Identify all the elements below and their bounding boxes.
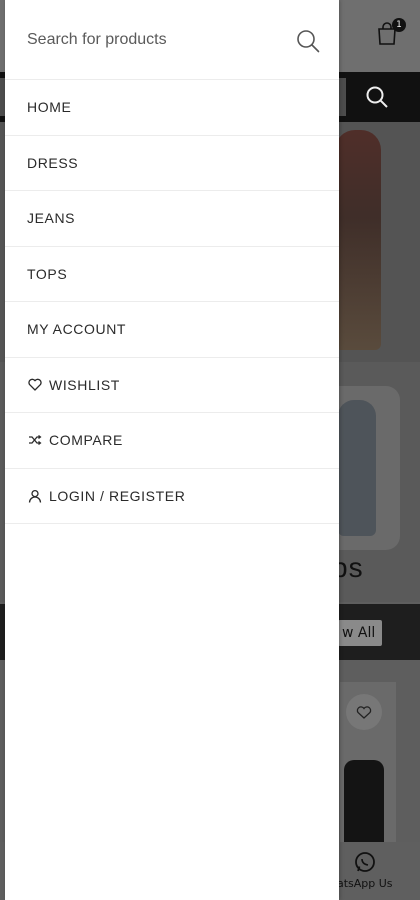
menu-item-label: MY ACCOUNT xyxy=(27,321,127,338)
menu-item-label: LOGIN / REGISTER xyxy=(49,487,186,504)
drawer-menu: HOME DRESS JEANS TOPS MY ACCOUNT WISHLIS… xyxy=(5,80,339,524)
shuffle-icon xyxy=(27,432,43,448)
menu-item-label: JEANS xyxy=(27,210,76,227)
view-all-button[interactable]: w All xyxy=(338,620,382,646)
menu-item-wishlist[interactable]: WISHLIST xyxy=(5,358,339,413)
menu-item-tops[interactable]: TOPS xyxy=(5,247,339,302)
cart-count-badge: 1 xyxy=(392,18,406,32)
whatsapp-label[interactable]: hatsApp Us xyxy=(330,877,393,890)
product-image xyxy=(344,760,384,842)
menu-item-label: TOPS xyxy=(27,265,68,282)
heart-icon xyxy=(27,377,43,393)
search-icon[interactable] xyxy=(293,26,323,56)
menu-item-my-account[interactable]: MY ACCOUNT xyxy=(5,302,339,358)
menu-item-label: COMPARE xyxy=(49,432,123,449)
category-card-image xyxy=(338,400,376,536)
menu-item-login-register[interactable]: LOGIN / REGISTER xyxy=(5,469,339,524)
site-search-icon[interactable] xyxy=(364,84,390,110)
menu-item-compare[interactable]: COMPARE xyxy=(5,413,339,469)
menu-item-jeans[interactable]: JEANS xyxy=(5,191,339,247)
menu-item-label: HOME xyxy=(27,99,72,116)
menu-item-dress[interactable]: DRESS xyxy=(5,136,339,191)
mobile-nav-drawer: HOME DRESS JEANS TOPS MY ACCOUNT WISHLIS… xyxy=(5,0,339,900)
hero-model-image xyxy=(335,130,381,350)
search-input[interactable] xyxy=(5,0,295,80)
user-icon xyxy=(27,488,43,504)
product-wishlist-button[interactable] xyxy=(346,694,382,730)
menu-item-home[interactable]: HOME xyxy=(5,80,339,136)
menu-item-label: WISHLIST xyxy=(49,376,120,393)
whatsapp-icon[interactable] xyxy=(353,850,377,874)
menu-item-label: DRESS xyxy=(27,154,79,171)
drawer-search xyxy=(5,0,339,80)
